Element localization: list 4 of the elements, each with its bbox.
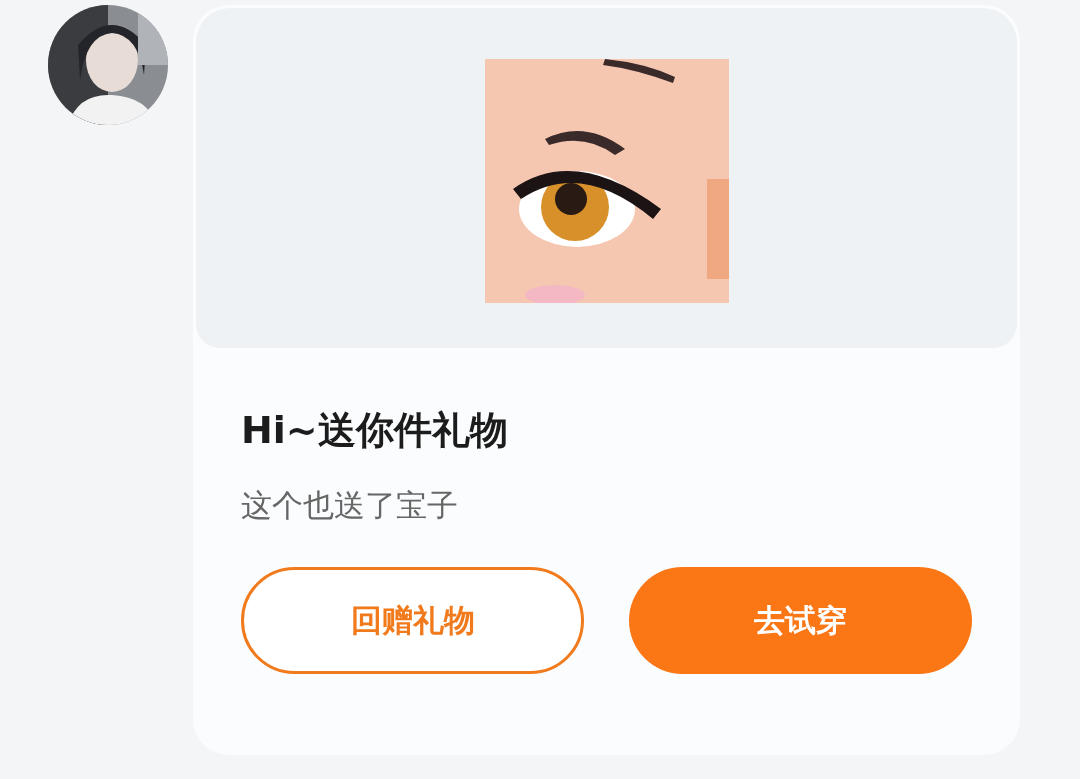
message-text: 这个也送了宝子 [241, 486, 459, 525]
return-gift-button[interactable]: 回赠礼物 [241, 567, 584, 674]
try-on-button[interactable]: 去试穿 [629, 567, 972, 674]
message-title: Hi~送你件礼物 [241, 407, 509, 454]
